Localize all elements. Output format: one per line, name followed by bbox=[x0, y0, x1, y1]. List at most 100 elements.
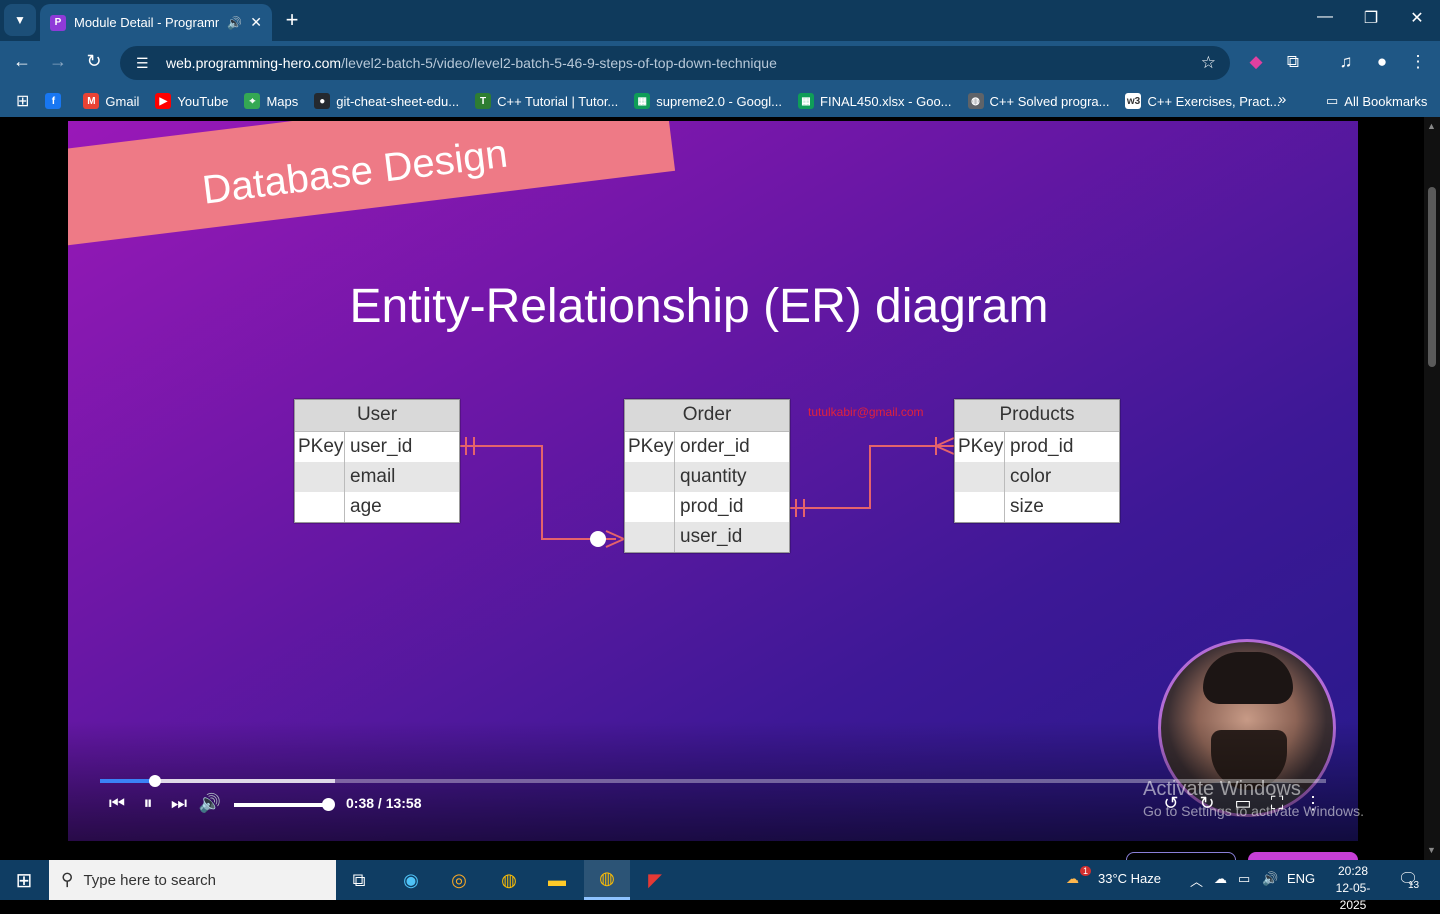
page-content: Database Design Entity-Relationship (ER)… bbox=[0, 117, 1440, 860]
tab-search-chevron-icon[interactable]: ▼ bbox=[4, 4, 36, 36]
url-path: /level2-batch-5/video/level2-batch-5-46-… bbox=[341, 55, 777, 71]
tab-close-icon[interactable]: ✕ bbox=[250, 14, 262, 31]
tray-chevron-icon[interactable]: ︿ bbox=[1190, 871, 1203, 890]
all-bookmarks-folder[interactable]: ▭ All Bookmarks bbox=[1326, 93, 1427, 109]
docker-icon[interactable]: ◉ bbox=[388, 860, 434, 900]
apps-grid-icon[interactable]: ⊞ bbox=[16, 91, 29, 111]
minimize-button[interactable]: — bbox=[1310, 8, 1340, 26]
menu-kebab-icon[interactable]: ⋮ bbox=[1406, 52, 1430, 72]
previous-icon[interactable]: ⏮ bbox=[104, 793, 130, 814]
er-key bbox=[295, 462, 345, 492]
browser-tab[interactable]: P Module Detail - Programmi 🔊 ✕ bbox=[40, 4, 272, 41]
close-window-button[interactable]: ✕ bbox=[1402, 8, 1432, 28]
bookmark-item[interactable]: M Gmail bbox=[83, 93, 139, 109]
bookmark-item[interactable]: T C++ Tutorial | Tutor... bbox=[475, 93, 618, 109]
weather-icon[interactable]: ☁ bbox=[1066, 871, 1079, 887]
pause-icon[interactable]: ⏸ bbox=[135, 793, 161, 814]
volume-thumb[interactable] bbox=[322, 798, 335, 811]
tab-title: Module Detail - Programmi bbox=[74, 15, 220, 30]
bookmark-star-icon[interactable]: ☆ bbox=[1201, 53, 1216, 73]
bookmark-item[interactable]: ⌖ Maps bbox=[244, 93, 298, 109]
weather-text[interactable]: 33°C Haze bbox=[1098, 871, 1161, 886]
bookmark-item[interactable]: ▶ YouTube bbox=[155, 93, 228, 109]
taskbar-search-box[interactable]: ⚲ Type here to search bbox=[49, 860, 336, 900]
er-row: PKey order_id bbox=[625, 432, 789, 462]
bookmark-item[interactable]: w3 C++ Exercises, Pract... bbox=[1125, 93, 1280, 109]
er-row: PKey prod_id bbox=[955, 432, 1119, 462]
task-view-icon[interactable]: ⧉ bbox=[336, 860, 382, 900]
zero-marker bbox=[590, 531, 606, 547]
scroll-up-icon[interactable]: ▲ bbox=[1427, 121, 1436, 131]
tutorial-icon: T bbox=[475, 93, 492, 109]
mcafee-icon[interactable]: ◤ bbox=[632, 860, 678, 900]
er-table-header: Products bbox=[955, 400, 1119, 432]
next-icon[interactable]: ⏭ bbox=[166, 793, 192, 814]
clock-time: 20:28 bbox=[1337, 864, 1369, 878]
maps-icon: ⌖ bbox=[244, 93, 261, 109]
activate-line2: Go to Settings to activate Windows. bbox=[1143, 803, 1364, 819]
file-explorer-icon[interactable]: ▬ bbox=[534, 860, 580, 900]
bookmark-item[interactable]: ● git-cheat-sheet-edu... bbox=[314, 93, 459, 109]
reload-button[interactable]: ↻ bbox=[81, 51, 107, 72]
er-row: prod_id bbox=[625, 492, 789, 522]
video-player[interactable]: Database Design Entity-Relationship (ER)… bbox=[68, 121, 1358, 841]
er-key bbox=[625, 522, 675, 552]
er-field: quantity bbox=[680, 466, 747, 487]
bookmark-item[interactable]: ▦ supreme2.0 - Googl... bbox=[634, 93, 782, 109]
youtube-icon: ▶ bbox=[155, 93, 172, 109]
below-card bbox=[1248, 852, 1358, 860]
time-display: 0:38 / 13:58 bbox=[346, 795, 422, 811]
bookmark-item[interactable]: ▦ FINAL450.xlsx - Goo... bbox=[798, 93, 952, 109]
er-row: color bbox=[955, 462, 1119, 492]
bookmarks-bar: ⊞ f M Gmail ▶ YouTube ⌖ Maps ● git-cheat-sheet-e… bbox=[0, 85, 1440, 117]
site-info-icon[interactable]: ☰ bbox=[136, 55, 156, 72]
network-icon[interactable]: ▭ bbox=[1238, 871, 1250, 887]
er-field: prod_id bbox=[1010, 436, 1074, 457]
speaker-tray-icon[interactable]: 🔊 bbox=[1262, 871, 1278, 887]
profile-avatar[interactable]: ● bbox=[1370, 52, 1394, 72]
back-button[interactable]: ← bbox=[9, 51, 35, 72]
language-indicator[interactable]: ENG bbox=[1287, 871, 1315, 886]
clock[interactable]: 20:28 12-05-2025 bbox=[1324, 863, 1382, 914]
volume-slider[interactable] bbox=[234, 803, 328, 807]
media-control-icon[interactable]: ♫ bbox=[1334, 52, 1358, 72]
er-row: PKey user_id bbox=[295, 432, 459, 462]
played-bar bbox=[100, 779, 156, 783]
volume-icon[interactable]: 🔊 bbox=[197, 793, 223, 814]
scroll-thumb[interactable] bbox=[1428, 187, 1436, 367]
restore-button[interactable]: ❐ bbox=[1356, 8, 1386, 28]
more-bookmarks-chevron-icon[interactable]: » bbox=[1278, 91, 1286, 108]
onedrive-icon[interactable]: ☁ bbox=[1214, 871, 1227, 887]
windows-start-icon[interactable]: ⊞ bbox=[0, 860, 48, 900]
page-scrollbar[interactable]: ▲ ▼ bbox=[1424, 117, 1440, 860]
er-row: age bbox=[295, 492, 459, 522]
programming-hero-favicon-icon: P bbox=[50, 14, 66, 31]
er-field: size bbox=[1010, 496, 1044, 517]
chrome-icon[interactable]: ◍ bbox=[486, 860, 532, 900]
er-table-products: Products PKey prod_id color size bbox=[954, 399, 1120, 523]
progress-thumb[interactable] bbox=[149, 775, 162, 787]
bookmark-label: YouTube bbox=[177, 93, 229, 109]
er-field: order_id bbox=[680, 436, 750, 457]
bookmark-label: FINAL450.xlsx - Goo... bbox=[820, 93, 952, 109]
extensions-puzzle-icon[interactable]: ⧉ bbox=[1281, 52, 1305, 72]
bookmark-item[interactable]: f bbox=[45, 93, 67, 109]
below-card bbox=[1126, 852, 1236, 860]
er-row: quantity bbox=[625, 462, 789, 492]
bookmark-label: C++ Solved progra... bbox=[989, 93, 1110, 109]
new-tab-button[interactable]: + bbox=[280, 8, 304, 32]
forward-button[interactable]: → bbox=[45, 51, 71, 72]
scroll-down-icon[interactable]: ▼ bbox=[1427, 845, 1436, 855]
speaker-icon[interactable]: 🔊 bbox=[227, 16, 242, 30]
weather-badge: 1 bbox=[1080, 866, 1092, 876]
address-bar[interactable]: ☰ web.programming-hero.com/level2-batch-… bbox=[120, 46, 1230, 80]
bookmark-item[interactable]: ◍ C++ Solved progra... bbox=[967, 93, 1110, 109]
activate-line1: Activate Windows bbox=[1143, 778, 1301, 800]
er-field: email bbox=[350, 466, 396, 487]
app-icon[interactable]: ◎ bbox=[436, 860, 482, 900]
chrome-profile-icon[interactable]: ◍ bbox=[584, 860, 630, 900]
extension-icon[interactable]: ◆ bbox=[1244, 52, 1268, 72]
globe-icon: ◍ bbox=[967, 93, 984, 109]
er-key: PKey bbox=[625, 432, 675, 462]
folder-icon: ▭ bbox=[1326, 93, 1339, 108]
